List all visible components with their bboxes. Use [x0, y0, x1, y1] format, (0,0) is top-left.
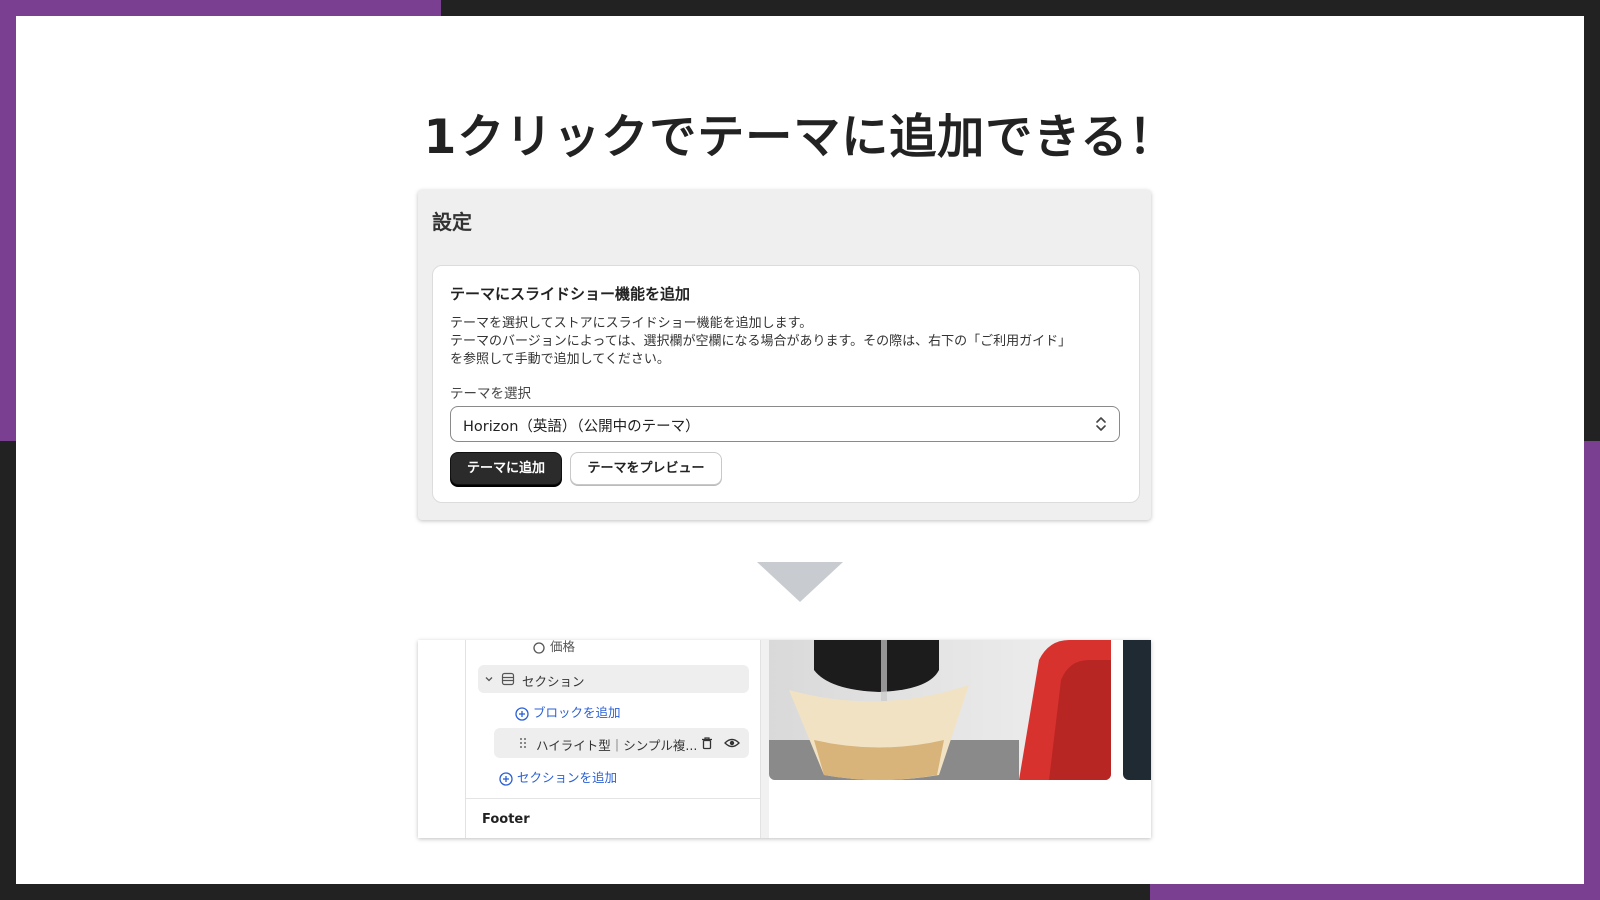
- section-item-label: セクション: [522, 674, 585, 689]
- preview-theme-button[interactable]: テーマをプレビュー: [570, 452, 722, 485]
- description-line: を参照して手動で追加してください。: [450, 352, 670, 367]
- footer-group-label[interactable]: Footer: [482, 812, 530, 827]
- select-chevron-icon: [1096, 417, 1106, 431]
- settings-title: 設定: [432, 210, 472, 234]
- add-section-link[interactable]: セクションを追加: [499, 767, 617, 786]
- slide: 1クリックでテーマに追加できる！ 設定 テーマにスライドショー機能を追加 テーマ…: [16, 16, 1584, 884]
- description-line: テーマのバージョンによっては、選択欄が空欄になる場合があります。その際は、右下の…: [450, 334, 1072, 349]
- description-line: テーマを選択してストアにスライドショー機能を追加します。: [450, 316, 813, 331]
- editor-divider: [760, 640, 769, 838]
- add-to-theme-button[interactable]: テーマに追加: [450, 452, 562, 485]
- slideshow-card: テーマにスライドショー機能を追加 テーマを選択してストアにスライドショー機能を追…: [432, 265, 1140, 503]
- slideshow-preview-image: [769, 640, 1111, 780]
- theme-select[interactable]: Horizon（英語）（公開中のテーマ）: [450, 406, 1120, 442]
- add-block-link[interactable]: ブロックを追加: [515, 702, 621, 721]
- down-arrow-icon: [757, 562, 843, 602]
- plus-circle-icon: [515, 706, 529, 721]
- accent-bar-left: [0, 0, 16, 441]
- section-item[interactable]: セクション: [478, 665, 749, 693]
- section-layout-icon: [501, 672, 515, 686]
- highlight-block-label: ハイライト型｜シンプル複...: [536, 738, 698, 753]
- accent-bar-right: [1584, 441, 1600, 900]
- accent-bar-top-left: [0, 0, 441, 16]
- slideshow-next-image: [1123, 640, 1151, 780]
- price-tag-icon: [533, 641, 545, 654]
- theme-editor-screenshot: 価格 セクション ブロックを追加 ハイライト型｜シンプル複... セクションを追…: [418, 640, 1151, 838]
- eye-icon[interactable]: [724, 736, 740, 750]
- drag-handle-icon[interactable]: [518, 737, 528, 749]
- add-section-label: セクションを追加: [516, 770, 617, 785]
- editor-separator: [466, 798, 760, 799]
- editor-rail: [465, 640, 466, 838]
- theme-select-label: テーマを選択: [450, 386, 531, 402]
- price-item-label: 価格: [549, 640, 575, 654]
- theme-select-value: Horizon（英語）（公開中のテーマ）: [463, 419, 700, 435]
- trash-icon[interactable]: [700, 736, 714, 750]
- headline: 1クリックでテーマに追加できる！: [423, 110, 1177, 165]
- settings-panel: 設定 テーマにスライドショー機能を追加 テーマを選択してストアにスライドショー機…: [418, 190, 1151, 520]
- add-block-label: ブロックを追加: [532, 705, 621, 720]
- accent-bar-bottom-right: [1150, 884, 1600, 900]
- highlight-block-item[interactable]: ハイライト型｜シンプル複...: [494, 728, 749, 758]
- chevron-down-icon: [485, 677, 493, 682]
- card-title: テーマにスライドショー機能を追加: [450, 285, 691, 303]
- plus-circle-icon: [499, 771, 513, 786]
- card-description: テーマを選択してストアにスライドショー機能を追加します。 テーマのバージョンによ…: [450, 315, 1130, 369]
- price-item[interactable]: 価格: [532, 640, 575, 655]
